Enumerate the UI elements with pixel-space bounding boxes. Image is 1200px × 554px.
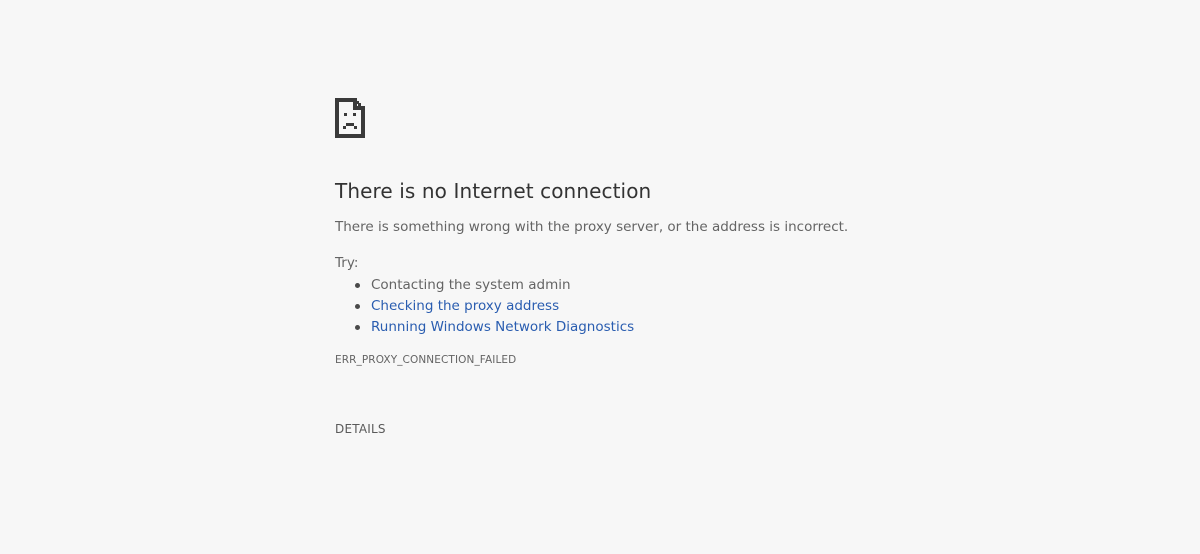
bullet-icon xyxy=(355,304,360,309)
check-proxy-link[interactable]: Checking the proxy address xyxy=(371,298,559,314)
suggestion-contact-admin: Contacting the system admin xyxy=(335,275,634,296)
page-title: There is no Internet connection xyxy=(335,179,652,203)
network-diagnostics-link[interactable]: Running Windows Network Diagnostics xyxy=(371,319,634,335)
error-page: There is no Internet connection There is… xyxy=(0,0,1200,554)
error-code: ERR_PROXY_CONNECTION_FAILED xyxy=(335,354,517,366)
error-description: There is something wrong with the proxy … xyxy=(335,219,849,235)
suggestion-text: Contacting the system admin xyxy=(371,277,571,293)
sad-document-icon xyxy=(335,98,365,138)
bullet-icon xyxy=(355,325,360,330)
suggestions-list: Contacting the system admin Checking the… xyxy=(335,275,634,338)
try-label: Try: xyxy=(335,255,359,271)
suggestion-check-proxy: Checking the proxy address xyxy=(335,296,634,317)
details-button[interactable]: DETAILS xyxy=(335,422,386,436)
error-content: There is no Internet connection There is… xyxy=(335,98,1035,436)
suggestion-network-diagnostics: Running Windows Network Diagnostics xyxy=(335,317,634,338)
bullet-icon xyxy=(355,283,360,288)
